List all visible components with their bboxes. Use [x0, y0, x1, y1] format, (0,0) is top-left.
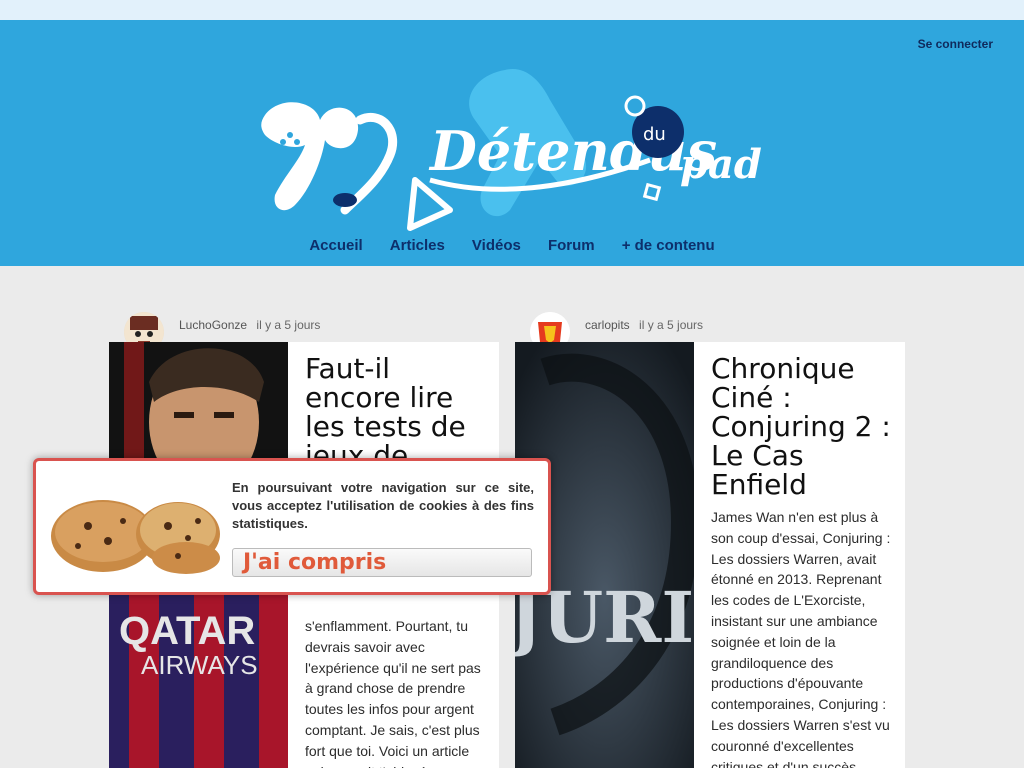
nav-forum[interactable]: Forum: [548, 237, 595, 254]
post-author[interactable]: LuchoGonze: [179, 318, 247, 332]
post-time: il y a 5 jours: [256, 318, 321, 332]
article-body: Chronique Ciné : Conjuring 2 : Le Cas En…: [711, 354, 895, 768]
article-title[interactable]: Faut-il encore lire les tests de jeux de: [305, 354, 489, 470]
nav-accueil[interactable]: Accueil: [309, 237, 362, 254]
article-title[interactable]: Chronique Ciné : Conjuring 2 : Le Cas En…: [711, 354, 895, 499]
nav-more-content[interactable]: + de contenu: [622, 237, 715, 254]
article-card[interactable]: JURI Chronique Ciné : Conjuring 2 : Le C…: [515, 342, 905, 768]
svg-text:pad: pad: [680, 141, 762, 188]
cookie-banner: En poursuivant votre navigation sur ce s…: [33, 458, 551, 595]
main-nav: Accueil Articles Vidéos Forum + de conte…: [0, 235, 1024, 254]
top-strip: [0, 0, 1024, 20]
site-header: Se connecter Détendus du pad Accueil Art…: [0, 20, 1024, 266]
cookie-message: En poursuivant votre navigation sur ce s…: [232, 480, 534, 531]
login-link[interactable]: Se connecter: [918, 37, 993, 51]
nav-videos[interactable]: Vidéos: [472, 237, 521, 254]
cookie-image: [48, 486, 223, 576]
post-meta: LuchoGonze il y a 5 jours: [179, 318, 320, 332]
jersey-sponsor-subtext: AIRWAYS: [141, 650, 258, 680]
jersey-sponsor-text: QATAR: [119, 609, 255, 653]
post-author[interactable]: carlopits: [585, 318, 630, 332]
nav-articles[interactable]: Articles: [390, 237, 445, 254]
site-logo[interactable]: Détendus du pad: [250, 60, 770, 240]
post-meta: carlopits il y a 5 jours: [585, 318, 703, 332]
article-excerpt: s'enflamment. Pourtant, tu devrais savoi…: [305, 618, 481, 768]
svg-text:du: du: [643, 124, 666, 145]
article-excerpt: James Wan n'en est plus à son coup d'ess…: [711, 509, 891, 768]
accept-cookies-button[interactable]: J'ai compris: [232, 548, 532, 577]
post-time: il y a 5 jours: [639, 318, 704, 332]
